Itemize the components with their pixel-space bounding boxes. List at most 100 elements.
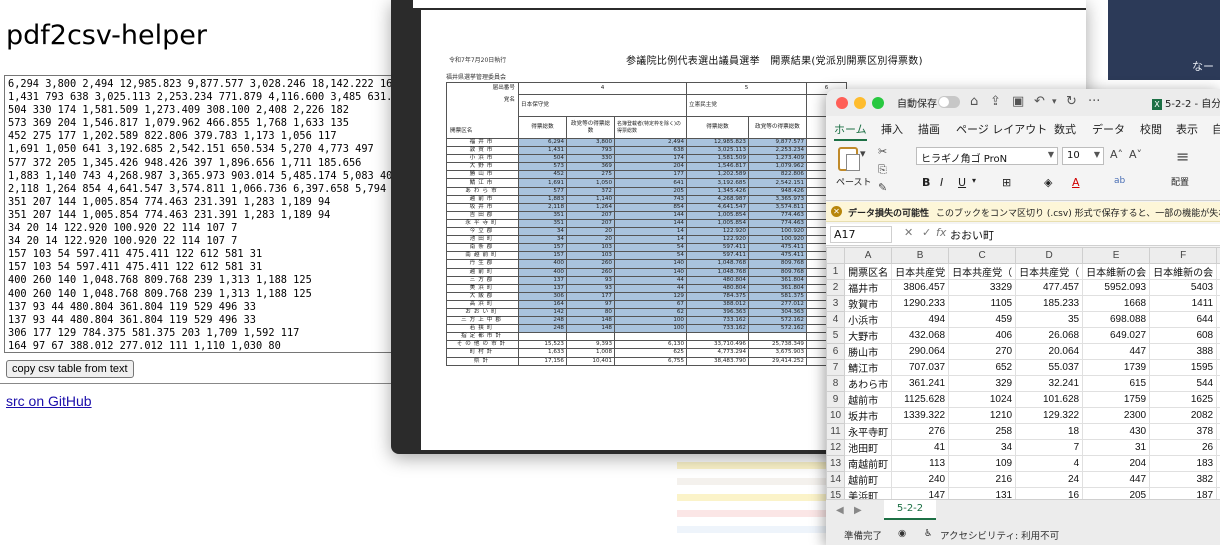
- decrease-font-icon[interactable]: A˅: [1129, 148, 1142, 161]
- cell[interactable]: 35: [1015, 311, 1084, 328]
- cell[interactable]: 131: [948, 487, 1017, 499]
- tab-data[interactable]: データ: [1092, 121, 1125, 137]
- cell[interactable]: 32.241: [1015, 375, 1084, 392]
- cell[interactable]: 1668: [1082, 295, 1151, 312]
- github-link[interactable]: src on GitHub: [6, 393, 92, 409]
- text-input-area[interactable]: 6,294 3,800 2,494 12,985.823 9,877.577 3…: [4, 75, 396, 353]
- underline-icon[interactable]: U: [958, 176, 966, 189]
- format-painter-icon[interactable]: ✎: [878, 181, 887, 194]
- cell[interactable]: 1125.628: [891, 391, 950, 408]
- row-header[interactable]: 5: [826, 327, 846, 344]
- cell[interactable]: 55.037: [1015, 359, 1084, 376]
- fill-color-icon[interactable]: ◈: [1044, 176, 1052, 189]
- cell[interactable]: 26.068: [1015, 327, 1084, 344]
- cell[interactable]: 2082: [1149, 407, 1218, 424]
- cell[interactable]: 日: [1216, 263, 1220, 280]
- cell[interactable]: [1216, 375, 1220, 392]
- bold-icon[interactable]: B: [922, 176, 930, 189]
- function-icon[interactable]: fx: [936, 226, 946, 239]
- cell[interactable]: [1216, 327, 1220, 344]
- cell[interactable]: 敦賀市: [844, 295, 893, 312]
- cell[interactable]: 1210: [948, 407, 1017, 424]
- column-header[interactable]: B: [891, 247, 950, 264]
- cell[interactable]: [1216, 423, 1220, 440]
- cell[interactable]: [1216, 439, 1220, 456]
- cell[interactable]: 240: [891, 471, 950, 488]
- cell[interactable]: 109: [948, 455, 1017, 472]
- cell[interactable]: 459: [948, 311, 1017, 328]
- sheet-tab[interactable]: 5-2-2: [884, 500, 936, 520]
- italic-icon[interactable]: I: [940, 176, 943, 189]
- cell[interactable]: 544: [1149, 375, 1218, 392]
- cell[interactable]: 185.233: [1015, 295, 1084, 312]
- cell[interactable]: 1625: [1149, 391, 1218, 408]
- cell[interactable]: 447: [1082, 343, 1151, 360]
- cell[interactable]: [1216, 487, 1220, 499]
- cell[interactable]: 小浜市: [844, 311, 893, 328]
- cell[interactable]: 越前町: [844, 471, 893, 488]
- row-header[interactable]: 10: [826, 407, 846, 424]
- cell[interactable]: 113: [891, 455, 950, 472]
- tab-insert[interactable]: 挿入: [881, 121, 903, 137]
- borders-icon[interactable]: ⊞: [1002, 176, 1011, 189]
- cell[interactable]: [1216, 391, 1220, 408]
- cell[interactable]: 258: [948, 423, 1017, 440]
- cell[interactable]: 1024: [948, 391, 1017, 408]
- cell[interactable]: 大野市: [844, 327, 893, 344]
- cell[interactable]: あわら市: [844, 375, 893, 392]
- row-header[interactable]: 13: [826, 455, 846, 472]
- cell[interactable]: 日本維新の会: [1149, 263, 1218, 280]
- cell[interactable]: 270: [948, 343, 1017, 360]
- cell[interactable]: 3329: [948, 279, 1017, 296]
- cell[interactable]: 池田町: [844, 439, 893, 456]
- tab-review[interactable]: 校閲: [1140, 121, 1162, 137]
- cell[interactable]: 18: [1015, 423, 1084, 440]
- cell[interactable]: 388: [1149, 343, 1218, 360]
- cell[interactable]: 608: [1149, 327, 1218, 344]
- row-header[interactable]: 12: [826, 439, 846, 456]
- cell[interactable]: 329: [948, 375, 1017, 392]
- column-header[interactable]: E: [1082, 247, 1151, 264]
- phonetic-icon[interactable]: ab: [1114, 176, 1125, 186]
- font-color-icon[interactable]: A: [1072, 176, 1080, 189]
- cell[interactable]: 24: [1015, 471, 1084, 488]
- cell[interactable]: 日本維新の会: [1082, 263, 1151, 280]
- cell[interactable]: [1216, 295, 1220, 312]
- close-window-button[interactable]: [836, 97, 848, 109]
- row-header[interactable]: 15: [826, 487, 846, 499]
- more-icon[interactable]: ···: [1088, 94, 1100, 109]
- cut-icon[interactable]: ✂: [878, 145, 887, 158]
- paste-icon[interactable]: [838, 147, 860, 171]
- cell[interactable]: 361.241: [891, 375, 950, 392]
- cell[interactable]: 147: [891, 487, 950, 499]
- enter-icon[interactable]: ✓: [922, 226, 931, 239]
- row-header[interactable]: 7: [826, 359, 846, 376]
- cell[interactable]: 永平寺町: [844, 423, 893, 440]
- cell[interactable]: 5952.093: [1082, 279, 1151, 296]
- cell[interactable]: 勝山市: [844, 343, 893, 360]
- cell[interactable]: 1411: [1149, 295, 1218, 312]
- tab-more[interactable]: 自: [1212, 121, 1220, 137]
- cell[interactable]: 1105: [948, 295, 1017, 312]
- row-header[interactable]: 6: [826, 343, 846, 360]
- autosave-toggle[interactable]: [938, 96, 960, 108]
- home-icon[interactable]: ⌂: [970, 94, 978, 109]
- paste-dropdown-icon[interactable]: ▾: [860, 147, 866, 160]
- underline-dropdown-icon[interactable]: ▾: [972, 176, 976, 185]
- cell[interactable]: 美浜町: [844, 487, 893, 499]
- next-sheet-icon[interactable]: ▶: [854, 505, 862, 516]
- font-family-select[interactable]: ヒラギノ角ゴ ProN ▼: [916, 147, 1058, 165]
- cell[interactable]: [1216, 343, 1220, 360]
- name-box[interactable]: A17: [830, 226, 892, 243]
- cell[interactable]: 447: [1082, 471, 1151, 488]
- cell[interactable]: 378: [1149, 423, 1218, 440]
- warning-icon[interactable]: ✕: [831, 206, 842, 217]
- cell[interactable]: 1595: [1149, 359, 1218, 376]
- minimize-window-button[interactable]: [854, 97, 866, 109]
- cell[interactable]: 649.027: [1082, 327, 1151, 344]
- row-header[interactable]: 1: [826, 263, 846, 280]
- cell[interactable]: 16: [1015, 487, 1084, 499]
- cell[interactable]: 432.068: [891, 327, 950, 344]
- row-header[interactable]: 8: [826, 375, 846, 392]
- cell[interactable]: 216: [948, 471, 1017, 488]
